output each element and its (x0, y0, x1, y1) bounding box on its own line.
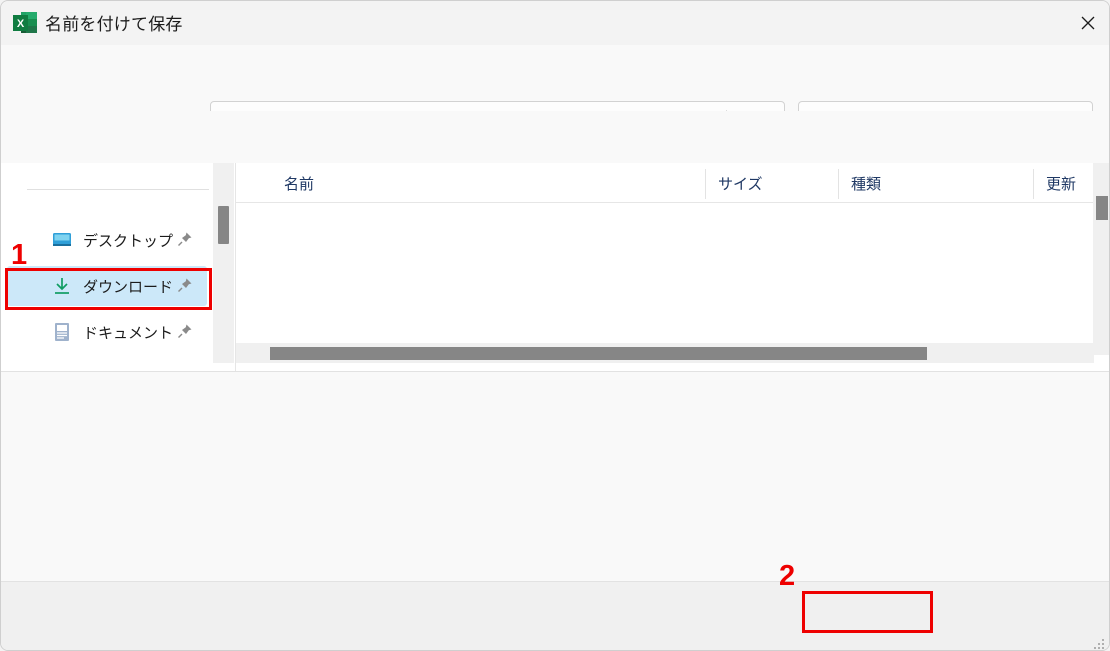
title-bar: X 名前を付けて保存 (1, 1, 1109, 45)
dialog-footer: フォルダーの非表示 ツール(L) 保存(S) キャンセル (1, 581, 1109, 650)
excel-icon: X (13, 12, 37, 34)
sidebar-scrollbar[interactable] (213, 163, 234, 363)
sidebar-item-label: ドキュメント (83, 324, 174, 342)
navigation-pane: デスクトップ ダウンロード ドキュメント (1, 163, 213, 371)
column-divider[interactable] (838, 169, 839, 199)
column-header-name[interactable]: 名前 (284, 163, 314, 203)
navigation-bar: › ダウンロード (1, 45, 1109, 144)
file-list-vertical-scrollbar-thumb[interactable] (1096, 196, 1108, 220)
resize-grip[interactable] (1094, 636, 1106, 649)
column-header-size[interactable]: サイズ (718, 163, 763, 203)
documents-icon (51, 321, 73, 343)
pin-icon[interactable] (177, 231, 193, 252)
column-header-modified[interactable]: 更新 (1046, 163, 1076, 203)
sidebar-item-documents[interactable]: ドキュメント (7, 312, 207, 352)
sidebar-item-downloads[interactable]: ダウンロード (7, 266, 207, 306)
window-title: 名前を付けて保存 (45, 15, 183, 34)
close-button[interactable] (1065, 1, 1109, 45)
column-header-type[interactable]: 種類 (851, 163, 881, 203)
file-list-pane[interactable]: 名前 サイズ 種類 更新 (235, 163, 1094, 371)
pin-icon[interactable] (177, 277, 193, 298)
desktop-icon (51, 229, 73, 251)
file-list-column-header: 名前 サイズ 種類 更新 (236, 163, 1094, 203)
downloads-icon (51, 275, 73, 297)
sidebar-scrollbar-thumb[interactable] (218, 206, 229, 244)
file-list-vertical-scrollbar[interactable] (1093, 163, 1109, 355)
file-list-horizontal-scrollbar-thumb[interactable] (270, 347, 927, 360)
save-form: ファイル名(N): コピー住所録 ファイルの種類(T): Excel マクロ有効… (1, 371, 1109, 581)
sidebar-divider (27, 189, 209, 190)
sidebar-item-desktop[interactable]: デスクトップ (7, 220, 207, 260)
save-as-dialog: X 名前を付けて保存 ダウンロードの検索 デスクトップ ダウンロード ドキュメン… (0, 0, 1110, 651)
sidebar-item-label: ダウンロード (83, 278, 174, 296)
column-divider[interactable] (705, 169, 706, 199)
command-toolbar: 整理 新しいフォルダー ? (1, 111, 1109, 262)
svg-text:X: X (17, 18, 25, 30)
sidebar-item-label: デスクトップ (83, 232, 174, 250)
column-divider[interactable] (1033, 169, 1034, 199)
pin-icon[interactable] (177, 323, 193, 344)
file-list-horizontal-scrollbar[interactable] (236, 343, 1094, 363)
